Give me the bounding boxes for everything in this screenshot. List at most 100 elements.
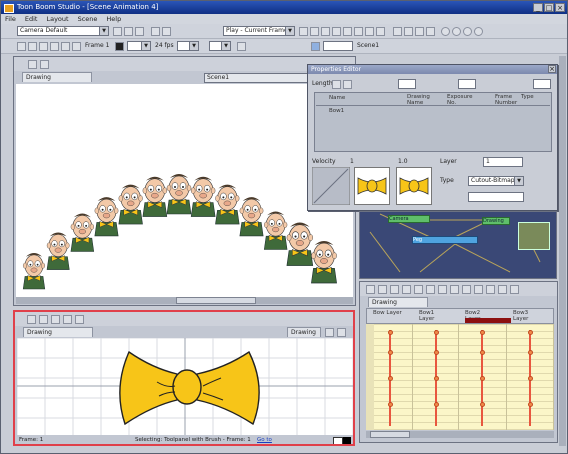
- layout-combo[interactable]: Camera Default ▼: [17, 26, 109, 36]
- character-sprite[interactable]: [311, 241, 337, 284]
- light-table-icon[interactable]: [237, 42, 246, 51]
- character-sprite[interactable]: [190, 176, 216, 217]
- drawing-canvas[interactable]: [16, 337, 353, 435]
- save-icon[interactable]: [113, 27, 122, 36]
- pan-tool-icon[interactable]: [40, 60, 49, 69]
- camera-stage[interactable]: [16, 84, 353, 297]
- keyframe-marker[interactable]: [527, 402, 533, 407]
- network-preview[interactable]: [518, 222, 550, 250]
- horizontal-scrollbar[interactable]: [366, 431, 554, 438]
- scrollbar-thumb[interactable]: [370, 431, 410, 438]
- undo-icon[interactable]: [124, 27, 133, 36]
- frame-field[interactable]: ▼: [127, 41, 151, 51]
- contour-tool-icon[interactable]: [393, 27, 402, 36]
- delete-icon[interactable]: [378, 285, 387, 294]
- keyframe-marker[interactable]: [387, 402, 393, 407]
- brush-tool-icon[interactable]: [310, 27, 319, 36]
- horizontal-scrollbar[interactable]: [16, 297, 353, 304]
- arrow-tool-icon[interactable]: [27, 315, 36, 324]
- dropper-tool-icon[interactable]: [415, 27, 424, 36]
- menu-layout[interactable]: Layout: [46, 14, 68, 24]
- redo-icon[interactable]: [135, 27, 144, 36]
- keyframe-marker[interactable]: [479, 330, 485, 335]
- window-vertical-scrollbar[interactable]: [559, 56, 566, 446]
- nav-right-icon[interactable]: [343, 80, 352, 89]
- keyframe-marker[interactable]: [433, 402, 439, 407]
- drawing-thumbnail-2[interactable]: [396, 167, 432, 205]
- grid-icon[interactable]: [63, 315, 72, 324]
- velocity-graph[interactable]: [312, 167, 350, 205]
- nav-left-icon[interactable]: [332, 80, 341, 89]
- pencil-tool-icon[interactable]: [321, 27, 330, 36]
- character-sprite[interactable]: [166, 174, 192, 215]
- camera-icon[interactable]: [414, 285, 423, 294]
- network-node[interactable]: Peg: [412, 236, 478, 244]
- character-sprite[interactable]: [239, 197, 264, 237]
- camera-field[interactable]: Scene1: [204, 73, 314, 83]
- fps-field[interactable]: ▼: [177, 41, 199, 51]
- tab-drawing-right[interactable]: Drawing: [287, 327, 321, 337]
- type-select[interactable]: Cutout-Bitmap ▼: [468, 176, 524, 186]
- paint-tool-icon[interactable]: [75, 315, 84, 324]
- tab-drawing[interactable]: Drawing: [22, 72, 92, 82]
- network-node[interactable]: Camera: [388, 215, 430, 223]
- nav-left-icon[interactable]: [325, 328, 334, 337]
- menu-file[interactable]: File: [5, 14, 16, 24]
- keyframe-marker[interactable]: [479, 376, 485, 381]
- character-sprite[interactable]: [70, 213, 95, 252]
- tab-drawing[interactable]: Drawing: [23, 327, 93, 337]
- drawing-thumbnail-1[interactable]: [354, 167, 390, 205]
- playback-combo[interactable]: Play - Current Frame ▼: [223, 26, 295, 36]
- loop-icon[interactable]: [72, 42, 81, 51]
- rectangle-tool-icon[interactable]: [354, 27, 363, 36]
- maximize-button[interactable]: □: [544, 3, 554, 12]
- bow-tie-drawing[interactable]: [119, 350, 260, 426]
- keyframe-marker[interactable]: [527, 376, 533, 381]
- nav-right-icon[interactable]: [337, 328, 346, 337]
- ellipse-tool-icon[interactable]: [365, 27, 374, 36]
- line-tool-icon[interactable]: [376, 27, 385, 36]
- character-sprite[interactable]: [263, 211, 288, 250]
- color-swatch-black[interactable]: [343, 437, 351, 444]
- network-node[interactable]: Drawing: [482, 217, 510, 225]
- image-icon[interactable]: [462, 285, 471, 294]
- column-header[interactable]: Bow3 Layer: [513, 310, 543, 322]
- scrollbar-thumb[interactable]: [176, 297, 256, 304]
- copy-icon[interactable]: [162, 27, 171, 36]
- onion-field[interactable]: ▼: [209, 41, 231, 51]
- keyframe-marker[interactable]: [387, 330, 393, 335]
- scene-column-icon[interactable]: [474, 285, 483, 294]
- keyframe-marker[interactable]: [387, 350, 393, 355]
- column-header[interactable]: Bow Layer: [373, 310, 403, 316]
- character-sprite[interactable]: [22, 253, 46, 290]
- dialog-close-icon[interactable]: ×: [548, 65, 556, 73]
- character-sprite[interactable]: [286, 222, 314, 266]
- brush-tool-icon[interactable]: [39, 315, 48, 324]
- paint-tool-icon[interactable]: [343, 27, 352, 36]
- character-sprite[interactable]: [118, 184, 143, 225]
- frame-number-field[interactable]: [533, 79, 551, 89]
- camera-tool-icon[interactable]: [28, 60, 37, 69]
- zoom-icon[interactable]: [441, 27, 450, 36]
- keyframe-marker[interactable]: [479, 402, 485, 407]
- character-sprite[interactable]: [94, 197, 119, 237]
- scene-icon[interactable]: [311, 42, 320, 51]
- character-sprite[interactable]: [46, 232, 70, 270]
- keyframe-marker[interactable]: [433, 330, 439, 335]
- next-frame-icon[interactable]: [50, 42, 59, 51]
- exposure-grid[interactable]: [366, 324, 554, 430]
- sound-icon[interactable]: [426, 285, 435, 294]
- exposure-field[interactable]: [458, 79, 476, 89]
- last-frame-icon[interactable]: [61, 42, 70, 51]
- play-icon[interactable]: [39, 42, 48, 51]
- keyframe-marker[interactable]: [387, 376, 393, 381]
- extra-field[interactable]: [468, 192, 524, 202]
- keyframe-marker[interactable]: [479, 350, 485, 355]
- minimize-button[interactable]: _: [533, 3, 543, 12]
- record-icon[interactable]: [115, 42, 124, 51]
- character-sprite[interactable]: [215, 184, 240, 225]
- add-column-icon[interactable]: [366, 285, 375, 294]
- keyframe-marker[interactable]: [527, 330, 533, 335]
- layer-field[interactable]: 1: [483, 157, 523, 167]
- keyframe-marker[interactable]: [433, 350, 439, 355]
